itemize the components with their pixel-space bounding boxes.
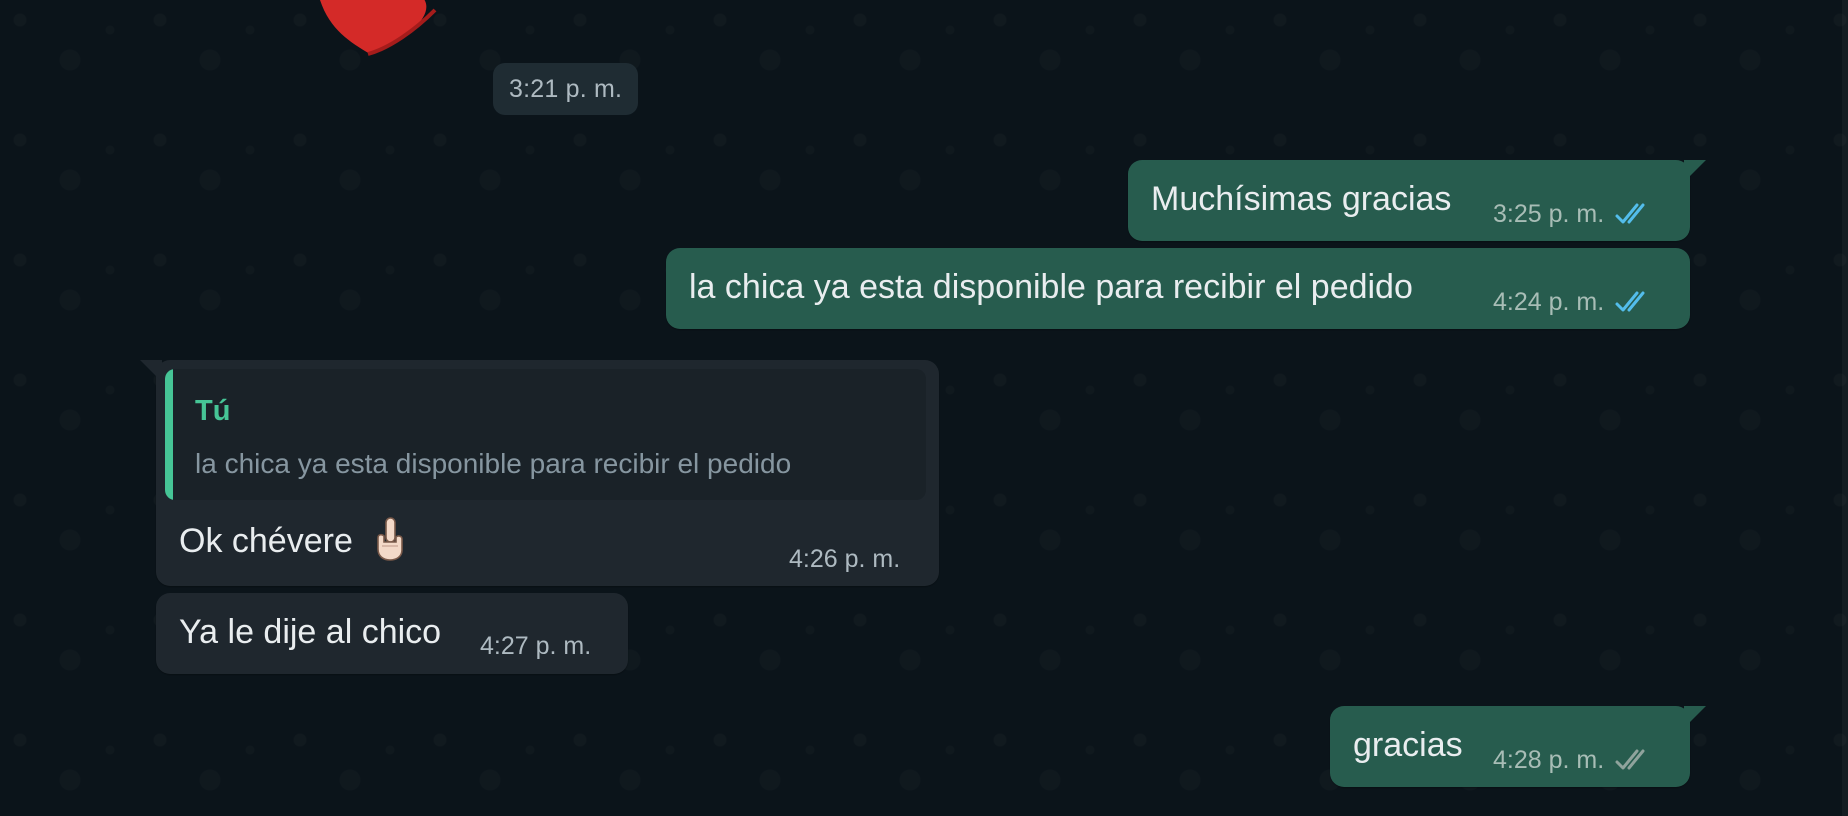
outgoing-message[interactable]: gracias 4:28 p. m. [1330, 706, 1706, 787]
double-check-icon [1615, 291, 1645, 312]
quote-text: la chica ya esta disponible para recibir… [195, 448, 792, 479]
sticker-image[interactable] [310, 0, 550, 60]
quote-accent-bar [165, 369, 173, 500]
message-meta: 3:25 p. m. [1493, 199, 1656, 229]
double-check-icon [1615, 203, 1645, 224]
message-time: 4:27 p. m. [480, 632, 592, 660]
message-meta: 4:27 p. m. [480, 631, 591, 661]
quoted-message[interactable]: Tú la chica ya esta disponible para reci… [165, 369, 926, 500]
double-check-icon [1615, 749, 1645, 770]
incoming-message[interactable]: Ya le dije al chico 4:27 p. m. [156, 593, 628, 674]
sticker-time-label: 3:21 p. m. [493, 63, 639, 115]
message-meta: 4:28 p. m. [1493, 745, 1656, 775]
chat-area[interactable]: 3:21 p. m. Muchísimas gracias 3:25 p. m.… [0, 0, 1848, 816]
message-time: 3:25 p. m. [1493, 200, 1605, 228]
message-meta: 4:24 p. m. [1493, 287, 1656, 317]
outgoing-message[interactable]: Muchísimas gracias 3:25 p. m. [1128, 160, 1706, 241]
message-text: Ya le dije al chico [179, 613, 442, 651]
quote-author: Tú [195, 395, 231, 427]
message-time: 4:28 p. m. [1493, 746, 1605, 774]
bubble-tail [1684, 160, 1706, 182]
message-time: 4:26 p. m. [789, 545, 901, 573]
message-time: 4:24 p. m. [1493, 288, 1605, 316]
scrollbar-track[interactable] [1842, 0, 1848, 816]
message-text: la chica ya esta disponible para recibir… [689, 268, 1413, 306]
message-text-line: Ok chévere [179, 517, 410, 566]
bubble-tail [140, 360, 162, 382]
incoming-message[interactable]: Tú la chica ya esta disponible para reci… [140, 360, 939, 586]
message-text: Ok chévere [179, 521, 353, 560]
bubble-tail [1684, 706, 1706, 728]
message-text: Muchísimas gracias [1151, 180, 1452, 218]
outgoing-message[interactable]: la chica ya esta disponible para recibir… [666, 248, 1690, 329]
message-meta: 4:26 p. m. [789, 544, 900, 574]
pointing-up-emoji-icon [377, 517, 404, 561]
message-text: gracias [1353, 726, 1463, 764]
